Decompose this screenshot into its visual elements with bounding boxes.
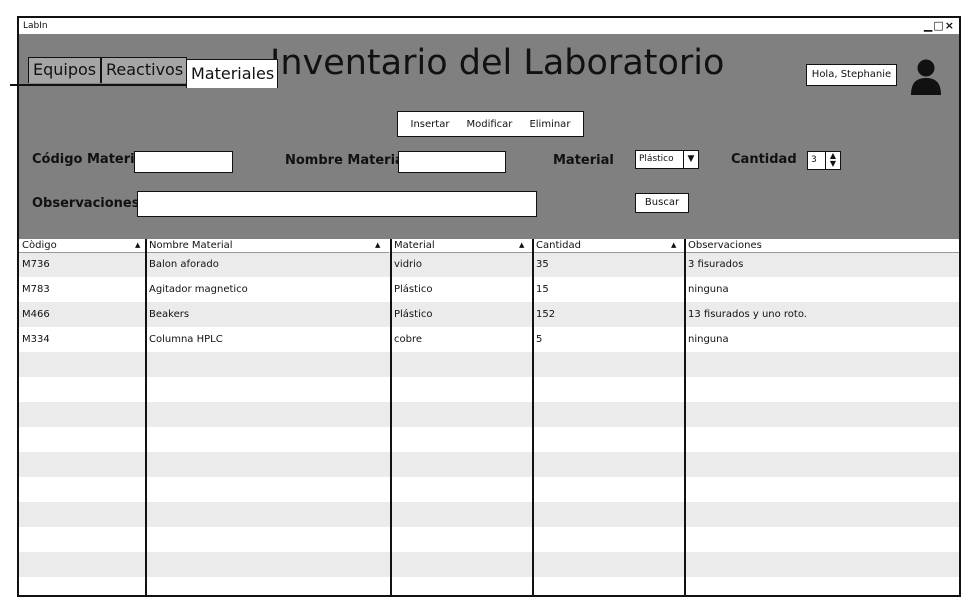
table-row[interactable]: M334 Columna HPLC cobre 5 ninguna [19,327,959,352]
tab-materiales[interactable]: Materiales [186,59,278,88]
delete-button[interactable]: Eliminar [529,119,570,130]
material-selected-value: Plástico [639,154,674,164]
cell-code: M783 [22,284,50,295]
sort-arrow-icon[interactable]: ▲ [375,239,380,252]
code-label: Código Material [32,152,148,167]
header-label: Material [394,240,435,251]
modify-button[interactable]: Modificar [466,119,512,130]
cell-name: Beakers [149,309,190,320]
tab-label: Materiales [191,64,275,83]
window-controls[interactable]: ▁□× [924,18,955,34]
cell-quantity: 35 [536,259,549,270]
search-button[interactable]: Buscar [635,193,689,213]
column-divider [532,239,534,595]
table-row[interactable]: M736 Balon aforado vidrio 35 3 fisurados [19,252,959,277]
column-divider [390,239,392,595]
name-field[interactable] [398,151,506,173]
window-title: LabIn [23,21,48,31]
sort-arrow-icon[interactable]: ▲ [519,239,524,252]
tab-equipos[interactable]: Equipos [28,57,101,83]
quantity-value: 3 [811,155,817,165]
action-toolbar: Insertar Modificar Eliminar [397,111,584,137]
name-label: Nombre Material [285,153,409,168]
table-row[interactable]: M466 Beakers Plástico 152 13 fisurados y… [19,302,959,327]
table-row[interactable]: M783 Agitador magnetico Plástico 15 ning… [19,277,959,302]
page-title: Inventario del Laboratorio [270,43,725,83]
header-label: Nombre Material [149,240,233,251]
cell-code: M466 [22,309,50,320]
cell-name: Agitador magnetico [149,284,248,295]
cell-quantity: 15 [536,284,549,295]
cell-name: Columna HPLC [149,334,223,345]
column-header-material[interactable]: Material ▲ [392,239,532,253]
header-label: Cantidad [536,240,581,251]
sort-arrow-icon[interactable]: ▲ [135,239,140,252]
empty-row [19,502,959,527]
cell-material: vidrio [394,259,423,270]
material-label: Material [553,153,614,168]
cell-notes: ninguna [688,334,729,345]
cell-material: Plástico [394,309,433,320]
title-bar: LabIn ▁□× [19,18,959,35]
column-divider [145,239,147,595]
column-header-code[interactable]: Còdigo ▲ [19,239,145,253]
quantity-stepper[interactable]: 3 ▲ ▼ [807,151,841,170]
empty-row [19,352,959,377]
code-field[interactable] [134,151,233,173]
notes-label: Observaciones [32,196,140,211]
empty-row [19,377,959,402]
cell-notes: 3 fisurados [688,259,744,270]
column-header-name[interactable]: Nombre Material ▲ [147,239,389,253]
header-label: Observaciones [688,240,762,251]
column-header-notes[interactable]: Observaciones [686,239,959,253]
empty-row [19,452,959,477]
notes-field[interactable] [137,191,537,217]
empty-row [19,427,959,452]
cell-code: M334 [22,334,50,345]
sort-arrow-icon[interactable]: ▲ [671,239,676,252]
cell-material: cobre [394,334,423,345]
tab-label: Equipos [33,60,97,79]
user-greeting: Hola, Stephanie [806,64,897,86]
cell-quantity: 152 [536,309,556,320]
header-label: Còdigo [22,240,57,251]
tab-reactivos[interactable]: Reactivos [101,57,187,83]
chevron-down-icon[interactable]: ▼ [683,150,698,168]
column-header-quantity[interactable]: Cantidad ▲ [534,239,684,253]
empty-row [19,477,959,502]
quantity-label: Cantidad [731,152,797,167]
cell-notes: ninguna [688,284,729,295]
cell-quantity: 5 [536,334,543,345]
stepper-arrows-icon[interactable]: ▲ ▼ [825,151,840,170]
material-select[interactable]: Plástico ▼ [635,150,699,169]
tab-label: Reactivos [106,60,184,79]
cell-material: Plástico [394,284,433,295]
cell-name: Balon aforado [149,259,219,270]
cell-notes: 13 fisurados y uno roto. [688,309,807,320]
empty-row [19,552,959,577]
empty-row [19,527,959,552]
column-divider [684,239,686,595]
materials-table: M736 Balon aforado vidrio 35 3 fisurados… [19,239,959,595]
user-icon[interactable] [909,58,943,96]
empty-row [19,402,959,427]
insert-button[interactable]: Insertar [411,119,450,130]
cell-code: M736 [22,259,50,270]
